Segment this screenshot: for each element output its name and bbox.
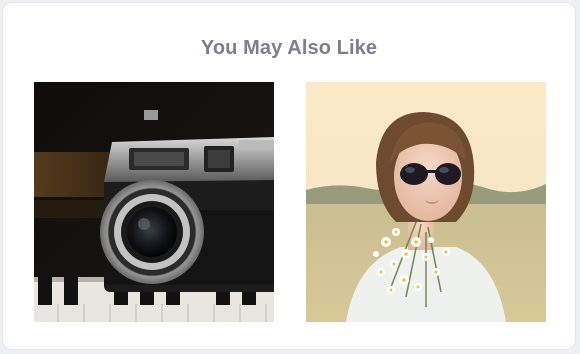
product-image-camera[interactable] xyxy=(34,82,274,322)
section-title: You May Also Like xyxy=(200,37,378,59)
product-image-portrait[interactable] xyxy=(306,82,546,322)
recommendations-card: You May Also Like xyxy=(2,2,576,350)
camera-photo xyxy=(34,82,274,322)
portrait-photo xyxy=(306,82,546,322)
